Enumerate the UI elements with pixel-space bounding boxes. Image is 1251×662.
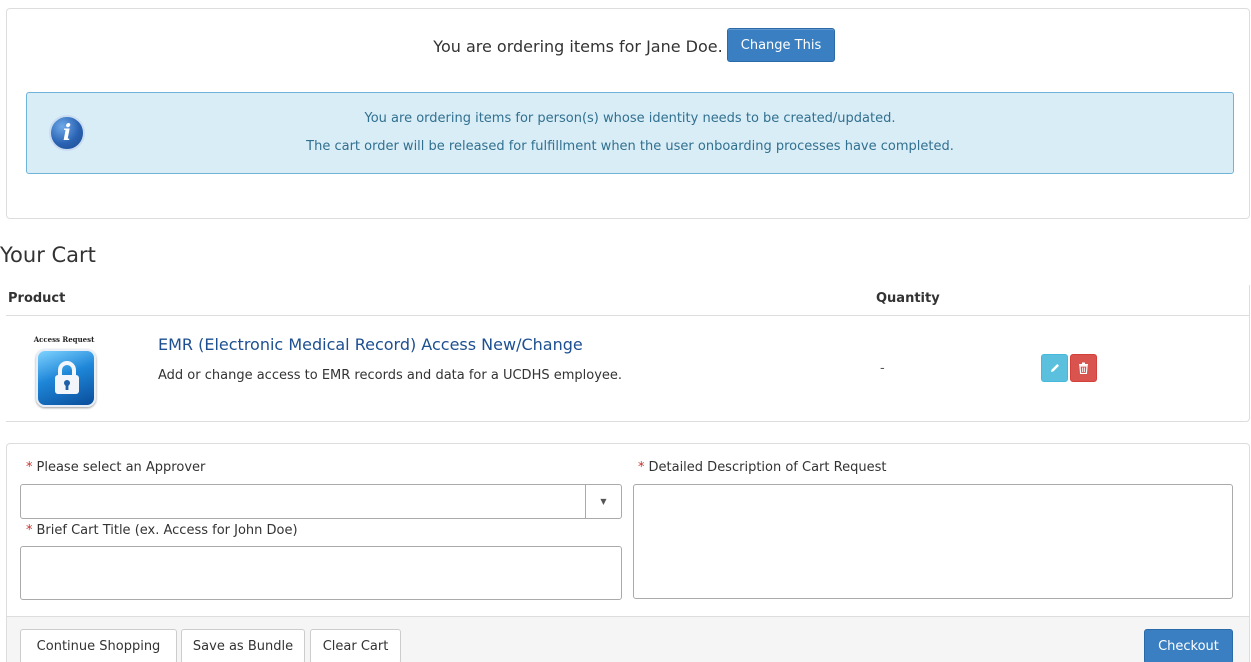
- continue-shopping-button[interactable]: Continue Shopping: [20, 629, 177, 662]
- description-label: * Detailed Description of Cart Request: [638, 460, 886, 475]
- cart-title-label-text: Brief Cart Title (ex. Access for John Do…: [36, 523, 298, 538]
- checkout-button[interactable]: Checkout: [1144, 629, 1233, 662]
- required-marker: *: [26, 523, 33, 538]
- chevron-down-icon[interactable]: ▼: [585, 485, 621, 518]
- ordering-for-text: You are ordering items for Jane Doe.: [433, 37, 723, 56]
- product-column-header: Product: [8, 291, 66, 306]
- product-image-label: Access Request: [33, 335, 95, 344]
- cart-footer-bar: Continue Shopping Save as Bundle Clear C…: [7, 616, 1249, 662]
- quantity-value: -: [880, 361, 885, 376]
- required-marker: *: [26, 460, 33, 475]
- ordering-for-panel: You are ordering items for Jane Doe. Cha…: [6, 8, 1250, 219]
- approver-label-text: Please select an Approver: [36, 460, 206, 475]
- info-alert-line-1: You are ordering items for person(s) who…: [364, 111, 896, 126]
- cart-title-input[interactable]: [20, 546, 622, 600]
- ordering-for-line: You are ordering items for Jane Doe.: [7, 37, 1249, 56]
- description-label-text: Detailed Description of Cart Request: [648, 460, 887, 475]
- approver-select[interactable]: ▼: [20, 484, 622, 519]
- product-description: Add or change access to EMR records and …: [158, 368, 623, 383]
- cart-title-label: * Brief Cart Title (ex. Access for John D…: [26, 523, 298, 538]
- pencil-icon: [1050, 364, 1059, 372]
- cart-request-form: * Please select an Approver ▼ * Brief Cart…: [6, 443, 1250, 662]
- cart-table-header: Product Quantity: [6, 285, 1249, 316]
- info-alert: i You are ordering items for person(s) w…: [26, 92, 1234, 174]
- cart-table: Product Quantity Access Request EMR (Ele…: [6, 285, 1250, 422]
- lock-icon: [36, 349, 96, 407]
- approver-label: * Please select an Approver: [26, 460, 205, 475]
- delete-item-button[interactable]: [1070, 354, 1097, 382]
- change-this-button[interactable]: Change This: [727, 28, 835, 62]
- clear-cart-button[interactable]: Clear Cart: [310, 629, 401, 662]
- info-alert-line-2: The cart order will be released for fulf…: [306, 139, 954, 154]
- trash-icon: [1079, 362, 1088, 374]
- product-title-link[interactable]: EMR (Electronic Medical Record) Access N…: [158, 335, 583, 354]
- product-image: Access Request: [26, 335, 102, 415]
- cart-heading: Your Cart: [0, 243, 96, 267]
- required-marker: *: [638, 460, 645, 475]
- edit-item-button[interactable]: [1041, 354, 1068, 382]
- save-as-bundle-button[interactable]: Save as Bundle: [181, 629, 305, 662]
- description-textarea[interactable]: [633, 484, 1233, 599]
- quantity-column-header: Quantity: [876, 291, 940, 306]
